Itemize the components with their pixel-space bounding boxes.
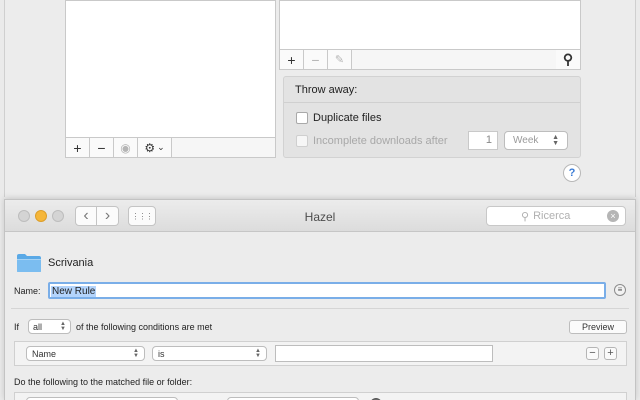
info-button[interactable]: ≡: [614, 284, 626, 296]
pencil-icon: ✎: [334, 54, 345, 66]
folder-name: Scrivania: [48, 257, 94, 269]
gear-menu-button[interactable]: ⚙ ⌄: [138, 138, 172, 157]
rule-name-input[interactable]: New Rule: [48, 282, 606, 299]
period-value: Week: [513, 135, 539, 146]
search-placeholder: Ricerca: [533, 210, 571, 222]
condition-attribute-value: Name: [32, 348, 57, 359]
remove-folder-button[interactable]: −: [90, 138, 114, 157]
add-folder-button[interactable]: +: [66, 138, 90, 157]
clear-search-icon[interactable]: ×: [607, 210, 619, 222]
incomplete-downloads-amount[interactable]: 1: [468, 131, 498, 150]
match-value: all: [33, 321, 43, 332]
condition-attribute-popup[interactable]: Name ▲ ▼: [26, 346, 145, 361]
chevron-down-icon: ⌄: [157, 142, 165, 152]
if-label: If: [14, 322, 20, 332]
separator: [11, 308, 629, 309]
rules-list[interactable]: [279, 0, 581, 50]
preferences-window: + − ◉ ⚙ ⌄ + − ✎ ⚲ Throw away: Duplicate …: [4, 0, 636, 197]
magnifier-icon: ⚲: [521, 210, 530, 223]
updown-arrows-icon: ▲ ▼: [60, 320, 66, 332]
search-field[interactable]: ⚲ Ricerca ×: [486, 206, 626, 226]
title-bar: ‹ › ⋮⋮⋮ Hazel ⚲ Ricerca ×: [5, 200, 635, 232]
rule-name-value: New Rule: [51, 286, 97, 297]
help-button[interactable]: ?: [563, 164, 581, 182]
throw-away-panel: Throw away: Duplicate files Incomplete d…: [283, 76, 581, 158]
preview-button[interactable]: Preview: [569, 320, 627, 334]
add-rule-button[interactable]: +: [280, 50, 304, 69]
add-condition-button[interactable]: +: [604, 347, 617, 360]
incomplete-downloads-row: Incomplete downloads after: [296, 135, 448, 147]
eye-icon[interactable]: ◉: [114, 138, 138, 157]
name-label: Name:: [14, 286, 41, 296]
search-rules-button[interactable]: ⚲: [556, 50, 580, 69]
conditions-box: Name ▲ ▼ is ▲ ▼ − +: [14, 341, 627, 366]
actions-box: [14, 392, 627, 400]
condition-value-input[interactable]: [275, 345, 493, 362]
updown-arrows-icon: ▲ ▼: [552, 133, 559, 147]
throw-away-title: Throw away:: [284, 77, 580, 103]
folders-list-toolbar: + − ◉ ⚙ ⌄: [65, 138, 276, 158]
duplicate-files-row: Duplicate files: [296, 112, 381, 124]
rules-list-toolbar: + − ✎ ⚲: [279, 50, 581, 70]
duplicate-files-checkbox[interactable]: [296, 112, 308, 124]
condition-operator-value: is: [158, 348, 165, 359]
updown-arrows-icon: ▲ ▼: [255, 347, 261, 359]
edit-rule-button[interactable]: ✎: [328, 50, 352, 69]
condition-operator-popup[interactable]: is ▲ ▼: [152, 346, 267, 361]
incomplete-downloads-checkbox[interactable]: [296, 135, 308, 147]
conditions-text: of the following conditions are met: [76, 322, 213, 332]
match-all-popup[interactable]: all ▲ ▼: [28, 319, 71, 334]
remove-rule-button[interactable]: −: [304, 50, 328, 69]
incomplete-downloads-period[interactable]: Week ▲ ▼: [504, 131, 568, 150]
rule-editor-window: ‹ › ⋮⋮⋮ Hazel ⚲ Ricerca × Scrivania Name…: [4, 199, 636, 400]
duplicate-files-label: Duplicate files: [313, 112, 382, 124]
magnifier-icon: ⚲: [562, 51, 574, 67]
incomplete-downloads-label: Incomplete downloads after: [313, 135, 448, 147]
updown-arrows-icon: ▲ ▼: [133, 347, 139, 359]
actions-label: Do the following to the matched file or …: [14, 377, 193, 387]
folder-icon: [16, 253, 42, 273]
gear-icon: ⚙: [144, 140, 156, 155]
remove-condition-button[interactable]: −: [586, 347, 599, 360]
folders-list[interactable]: [65, 0, 276, 138]
